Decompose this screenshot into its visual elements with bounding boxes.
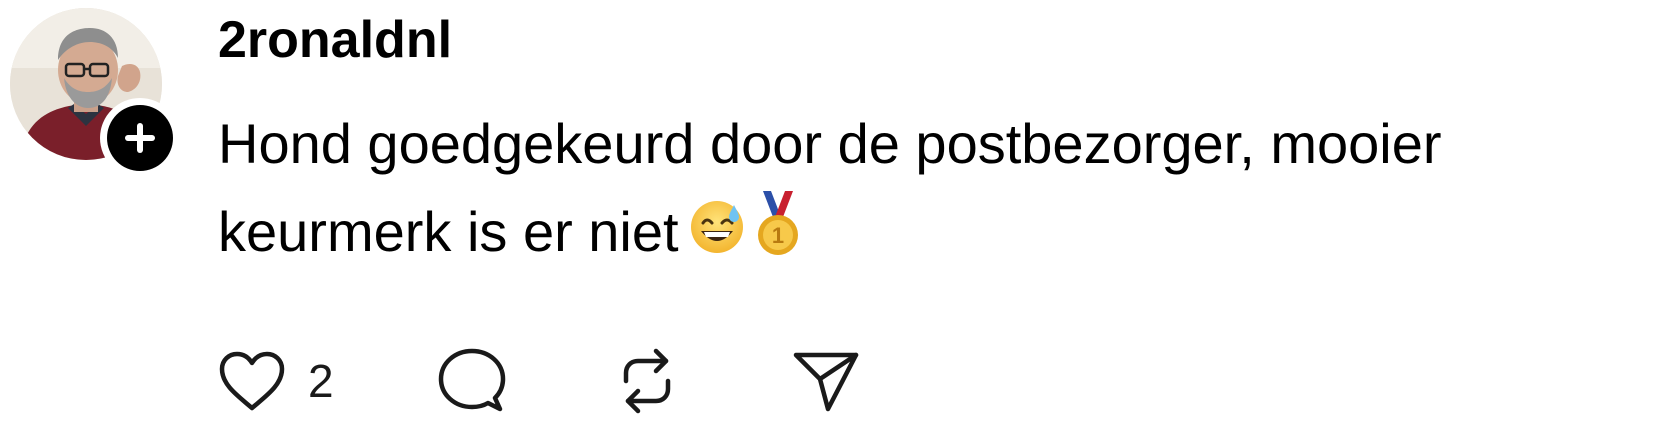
like-count: 2 [308,355,334,407]
comment-button[interactable] [438,348,614,414]
svg-text:1: 1 [771,223,783,248]
share-button[interactable] [792,349,872,413]
post: 2ronaldnl Hond goedgekeurd door de postb… [0,0,1678,422]
grinning-face-with-sweat-icon [687,192,747,280]
avatar-container[interactable] [10,8,180,178]
repost-icon [623,348,671,414]
username[interactable]: 2ronaldnl [218,10,452,70]
share-icon [793,352,859,412]
post-text: Hond goedgekeurd door de postbezorger, m… [218,100,1668,282]
heart-icon [219,351,285,411]
comment-icon [438,348,506,412]
follow-button[interactable] [100,98,180,178]
action-bar: 2 [218,343,872,419]
like-button[interactable]: 2 [218,350,438,412]
plus-icon [125,123,155,153]
plus-icon-circle [107,105,173,171]
post-text-body: Hond goedgekeurd door de postbezorger, m… [218,112,1442,263]
first-place-medal-icon: 1 [755,190,801,282]
repost-button[interactable] [614,345,792,417]
